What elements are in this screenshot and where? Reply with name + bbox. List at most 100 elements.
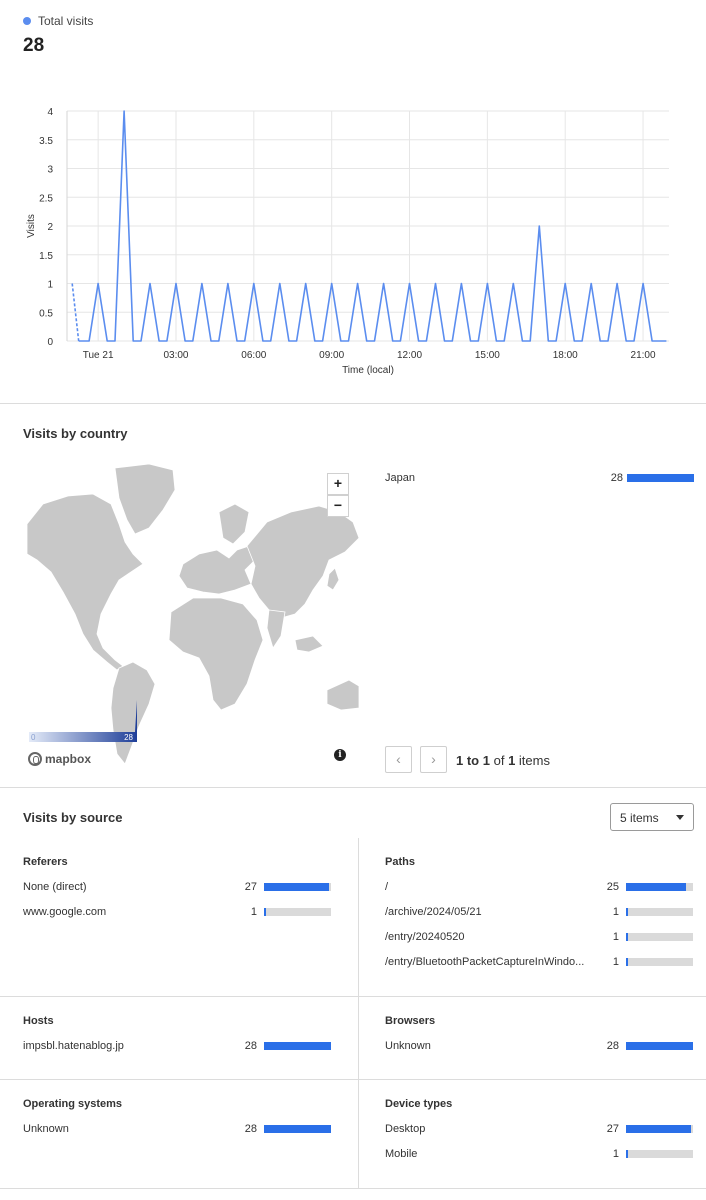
pager-summary: 1 to 1 of 1 items: [456, 753, 550, 768]
y-tick-label: 0: [47, 337, 53, 348]
row-label: Desktop: [385, 1123, 426, 1135]
y-tick-label: 2: [47, 222, 53, 233]
row-count: 1: [612, 1148, 619, 1160]
section-divider: [0, 787, 706, 788]
paths-title: Paths: [385, 856, 415, 868]
y-tick-label: 4: [47, 107, 53, 118]
panel-divider: [0, 1188, 706, 1189]
row-label: Mobile: [385, 1148, 418, 1160]
row-bar: [264, 908, 331, 916]
world-map[interactable]: 0 28: [23, 464, 359, 774]
visits-by-source-title: Visits by source: [23, 810, 123, 825]
device-types-title: Device types: [385, 1098, 453, 1110]
row-label: /entry/20240520: [385, 931, 465, 943]
map-scale-min: 0: [31, 733, 36, 742]
row-count: 1: [250, 906, 257, 918]
row-label: /archive/2024/05/21: [385, 906, 482, 918]
pager-next-button[interactable]: ›: [420, 746, 447, 773]
x-tick-label: Tue 21: [83, 350, 114, 361]
map-land: [26, 464, 359, 765]
analytics-page: Total visits 28 0 0.5 1 1.5 2 2.5 3 3.5 4 Tue 21 0…: [0, 0, 706, 1200]
x-tick-label: 03:00: [163, 350, 188, 361]
row-bar: [626, 1042, 693, 1050]
map-color-scale: [29, 732, 137, 742]
y-tick-label: 1.5: [39, 251, 53, 262]
visits-by-country-title: Visits by country: [23, 426, 128, 441]
row-label: Unknown: [23, 1123, 69, 1135]
y-axis-label: Visits: [26, 214, 37, 238]
operating-systems-row[interactable]: Unknown 28: [23, 1121, 333, 1137]
row-label: Unknown: [385, 1040, 431, 1052]
row-bar: [626, 1125, 693, 1133]
row-count: 27: [244, 881, 257, 893]
browsers-row[interactable]: Unknown 28: [385, 1038, 695, 1054]
y-tick-label: 3.5: [39, 136, 53, 147]
row-count: 28: [606, 1040, 619, 1052]
x-tick-label: 09:00: [319, 350, 344, 361]
row-bar: [626, 958, 693, 966]
row-label: www.google.com: [23, 906, 107, 918]
section-divider: [0, 403, 706, 404]
row-bar: [626, 1150, 693, 1158]
items-per-panel-select[interactable]: 5 items: [610, 803, 694, 831]
x-tick-label: 15:00: [475, 350, 500, 361]
info-icon[interactable]: i: [334, 749, 346, 761]
row-count: 28: [244, 1040, 257, 1052]
map-zoom-out-button[interactable]: −: [327, 495, 349, 517]
y-tick-label: 0.5: [39, 308, 53, 319]
device-types-row[interactable]: Desktop 27: [385, 1121, 695, 1137]
referers-row[interactable]: www.google.com 1: [23, 904, 333, 920]
country-bar: [627, 474, 694, 482]
legend-dot-icon: [23, 17, 31, 25]
browsers-title: Browsers: [385, 1015, 436, 1027]
referers-row[interactable]: None (direct) 27: [23, 879, 333, 895]
row-bar: [626, 908, 693, 916]
row-label: /: [385, 881, 389, 893]
column-divider: [358, 838, 359, 1188]
hosts-row[interactable]: impsbl.hatenablog.jp 28: [23, 1038, 333, 1054]
mapbox-attribution[interactable]: mapbox: [28, 752, 91, 766]
legend-label: Total visits: [38, 14, 94, 28]
row-count: 27: [606, 1123, 619, 1135]
y-tick-label: 1: [47, 280, 53, 291]
panel-divider: [0, 1079, 706, 1080]
x-axis-label: Time (local): [342, 365, 394, 376]
operating-systems-title: Operating systems: [23, 1098, 123, 1110]
y-tick-label: 3: [47, 165, 53, 176]
row-count: 1: [612, 956, 619, 968]
x-tick-label: 21:00: [631, 350, 656, 361]
paths-row[interactable]: /archive/2024/05/21 1: [385, 904, 695, 920]
x-tick-label: 06:00: [241, 350, 266, 361]
row-bar: [264, 883, 331, 891]
map-scale-max: 28: [124, 733, 133, 742]
row-label: /entry/BluetoothPacketCaptureInWindo...: [385, 956, 585, 968]
row-count: 28: [244, 1123, 257, 1135]
referers-title: Referers: [23, 856, 68, 868]
pager-prev-button[interactable]: ‹: [385, 746, 412, 773]
row-bar: [264, 1042, 331, 1050]
visits-line-chart[interactable]: 0 0.5 1 1.5 2 2.5 3 3.5 4 Tue 21 03:00 06:00 09:00 12…: [0, 95, 706, 380]
chevron-down-icon: [676, 815, 684, 820]
row-count: 25: [606, 881, 619, 893]
paths-row[interactable]: /entry/BluetoothPacketCaptureInWindo... 1: [385, 954, 695, 970]
row-bar: [264, 1125, 331, 1133]
total-visits-value: 28: [23, 35, 45, 56]
row-count: 1: [612, 931, 619, 943]
x-tick-label: 18:00: [553, 350, 578, 361]
row-bar: [626, 933, 693, 941]
paths-row[interactable]: / 25: [385, 879, 695, 895]
device-types-row[interactable]: Mobile 1: [385, 1146, 695, 1162]
paths-row[interactable]: /entry/20240520 1: [385, 929, 695, 945]
hosts-title: Hosts: [23, 1015, 54, 1027]
country-row[interactable]: Japan 28: [385, 470, 695, 486]
x-tick-label: 12:00: [397, 350, 422, 361]
panel-divider: [0, 996, 706, 997]
y-tick-label: 2.5: [39, 193, 53, 204]
map-zoom-in-button[interactable]: +: [327, 473, 349, 495]
row-label: impsbl.hatenablog.jp: [23, 1040, 124, 1052]
row-label: None (direct): [23, 881, 87, 893]
mapbox-logo-icon: [28, 752, 42, 766]
chart-legend[interactable]: Total visits: [23, 14, 93, 28]
row-bar: [626, 883, 693, 891]
row-count: 1: [612, 906, 619, 918]
